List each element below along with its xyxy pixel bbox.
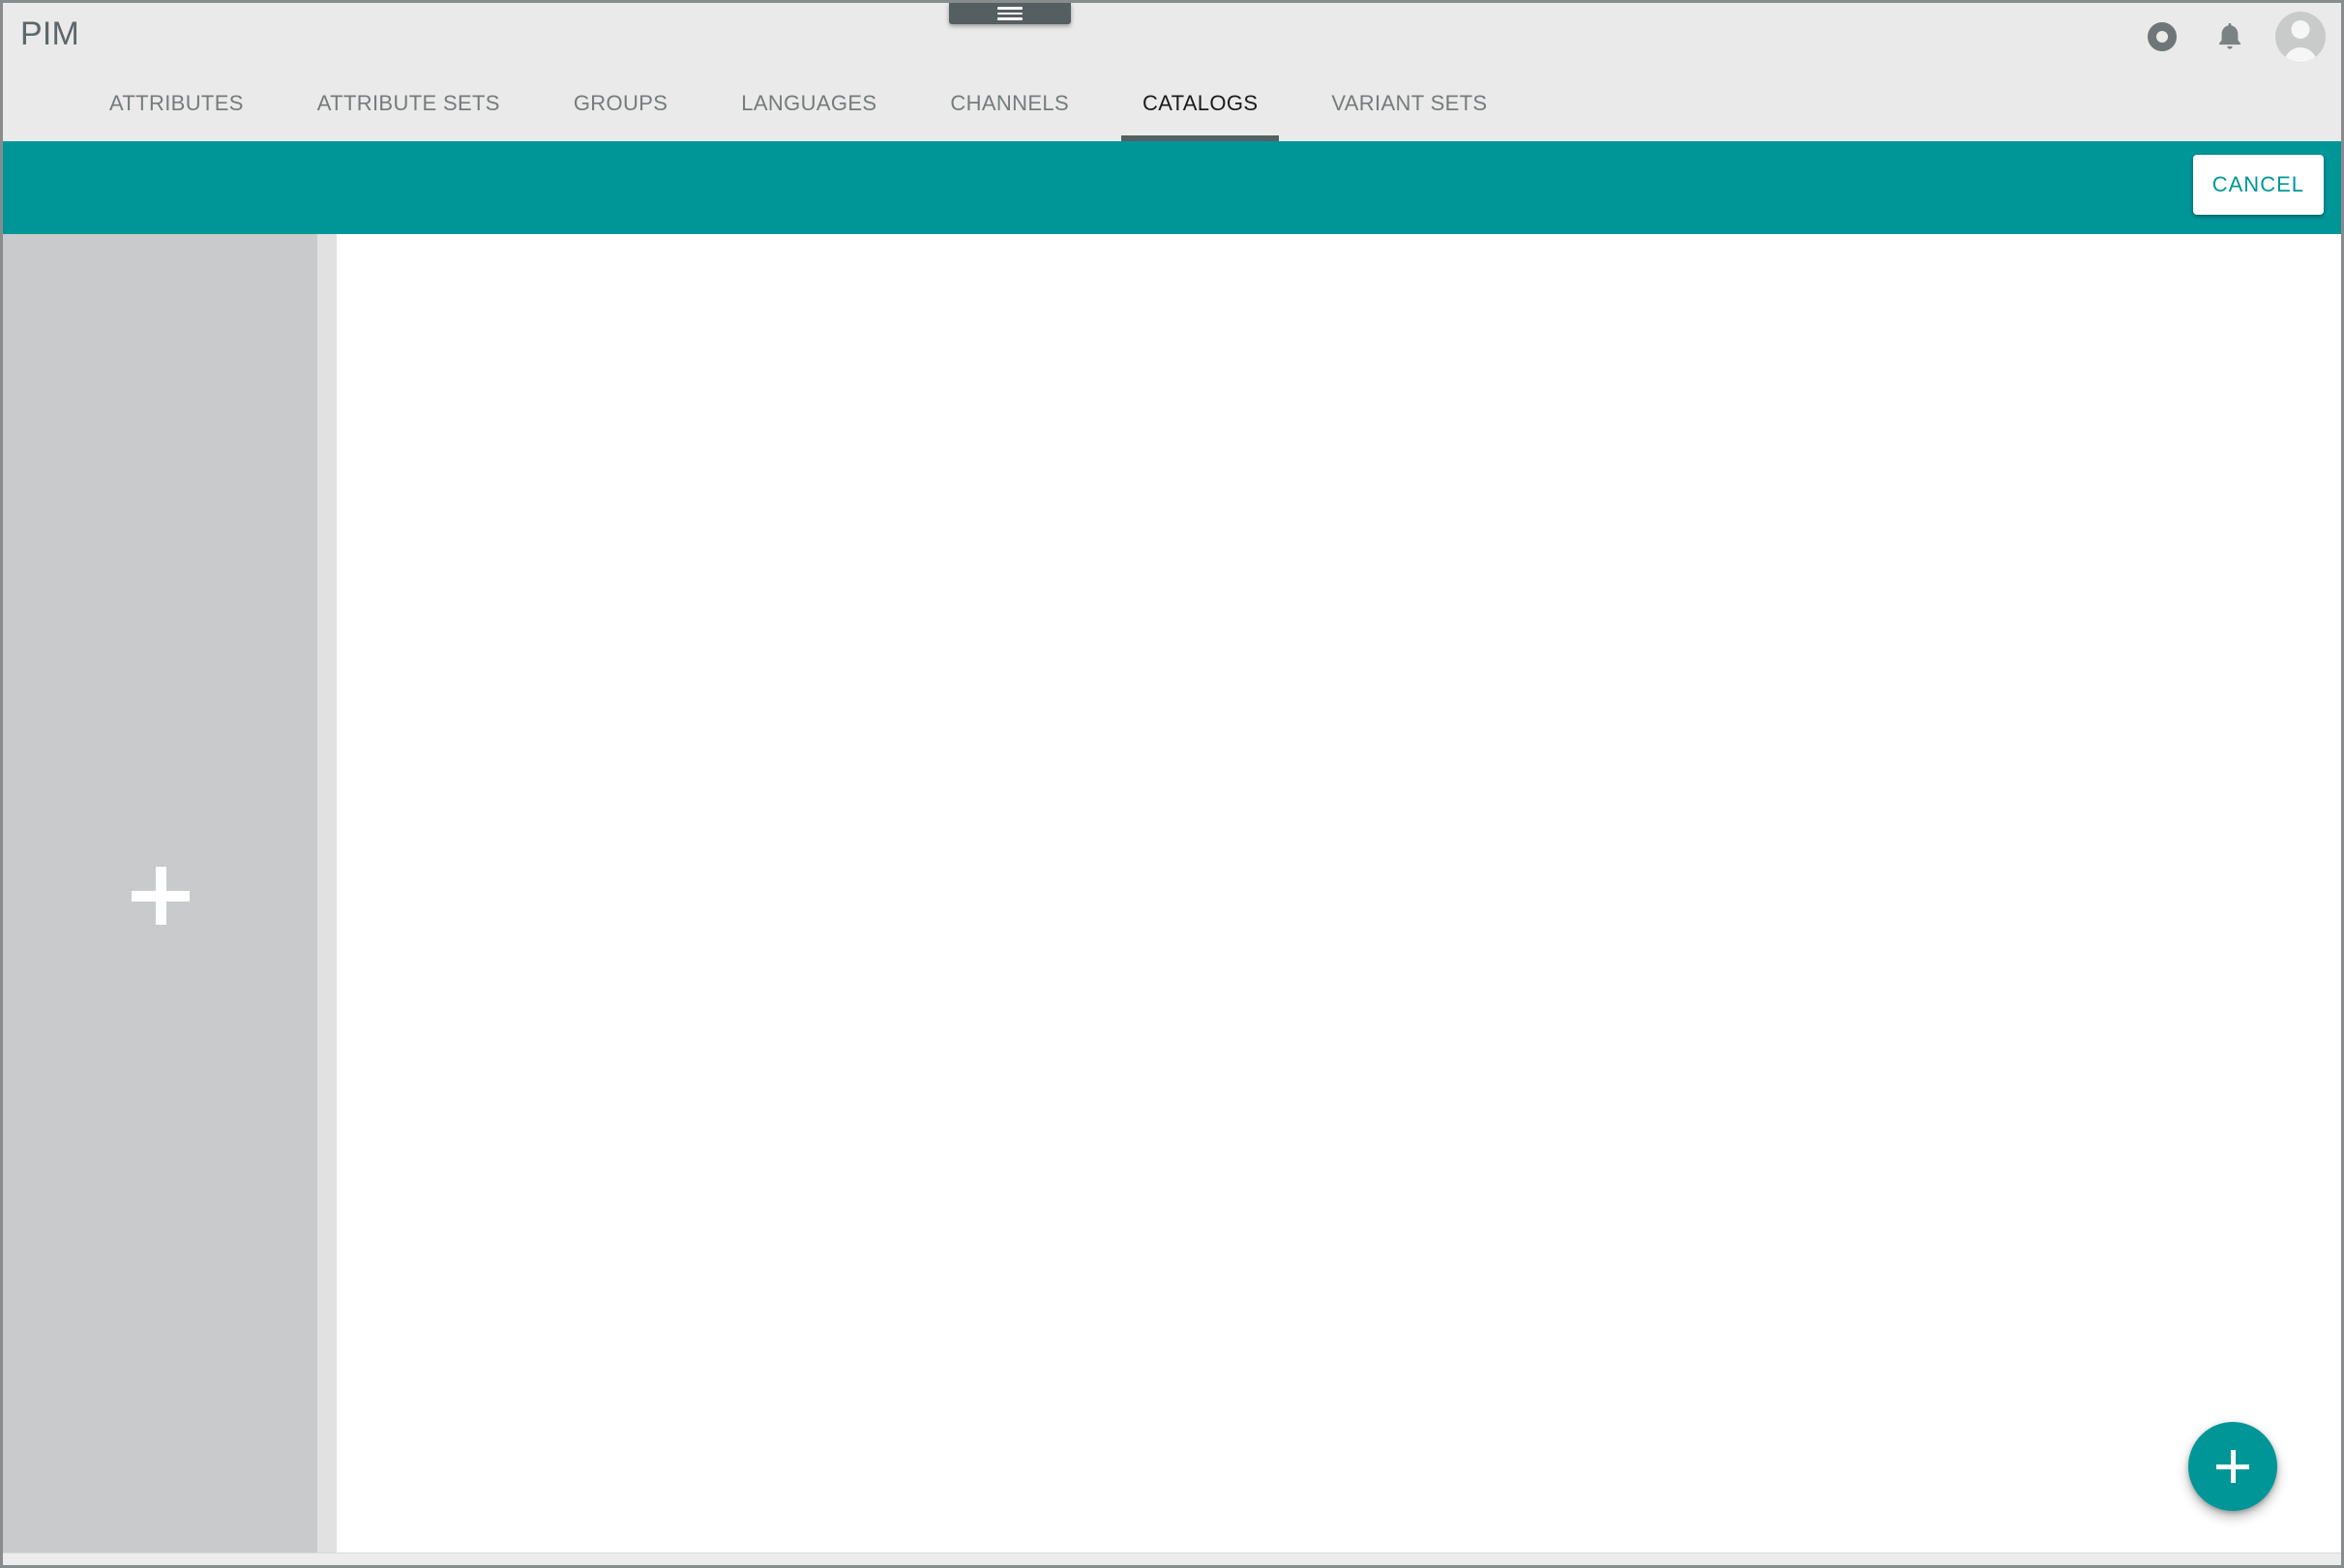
add-catalog-panel[interactable] [3, 234, 317, 1556]
notifications-bell-icon[interactable] [2208, 15, 2252, 59]
avatar-head [2291, 20, 2310, 39]
tab-attribute-sets[interactable]: ATTRIBUTE SETS [281, 65, 537, 141]
page-title: PIM [20, 15, 80, 52]
plus-icon [2216, 1450, 2249, 1483]
status-ring-icon[interactable] [2140, 15, 2184, 59]
tab-label: ATTRIBUTES [109, 90, 244, 115]
plus-icon [131, 866, 190, 925]
tab-languages[interactable]: LANGUAGES [704, 65, 913, 141]
tab-groups[interactable]: GROUPS [537, 65, 704, 141]
avatar-body [2283, 47, 2318, 62]
tab-attributes[interactable]: ATTRIBUTES [73, 65, 281, 141]
header-actions [2140, 9, 2326, 65]
app-header: PIM ATTRIBUTES ATTRIBUTE SETS GROUPS LAN… [3, 3, 2341, 141]
tab-variant-sets[interactable]: VARIANT SETS [1294, 65, 1524, 141]
tab-catalogs[interactable]: CATALOGS [1106, 65, 1294, 141]
cancel-button[interactable]: CANCEL [2192, 155, 2324, 215]
main-tabs: ATTRIBUTES ATTRIBUTE SETS GROUPS LANGUAG… [3, 65, 1524, 141]
tab-label: ATTRIBUTE SETS [316, 90, 500, 115]
content-area [3, 234, 2341, 1565]
window-drag-handle[interactable] [949, 3, 1071, 24]
add-catalog-fab[interactable] [2188, 1422, 2277, 1511]
action-bar: CANCEL [3, 141, 2341, 234]
panel-divider [317, 234, 337, 1556]
tab-channels[interactable]: CHANNELS [913, 65, 1106, 141]
ring-glyph [2148, 22, 2177, 51]
avatar[interactable] [2275, 12, 2326, 62]
application-window: PIM ATTRIBUTES ATTRIBUTE SETS GROUPS LAN… [0, 0, 2344, 1568]
tab-label: VARIANT SETS [1331, 90, 1488, 115]
bottom-strip [3, 1553, 2341, 1565]
catalog-list [337, 234, 2341, 1565]
tab-label: LANGUAGES [741, 90, 877, 115]
tab-label: GROUPS [573, 90, 668, 115]
tab-label: CATALOGS [1142, 90, 1259, 115]
tab-label: CHANNELS [950, 90, 1069, 115]
hamburger-icon [997, 7, 1023, 20]
